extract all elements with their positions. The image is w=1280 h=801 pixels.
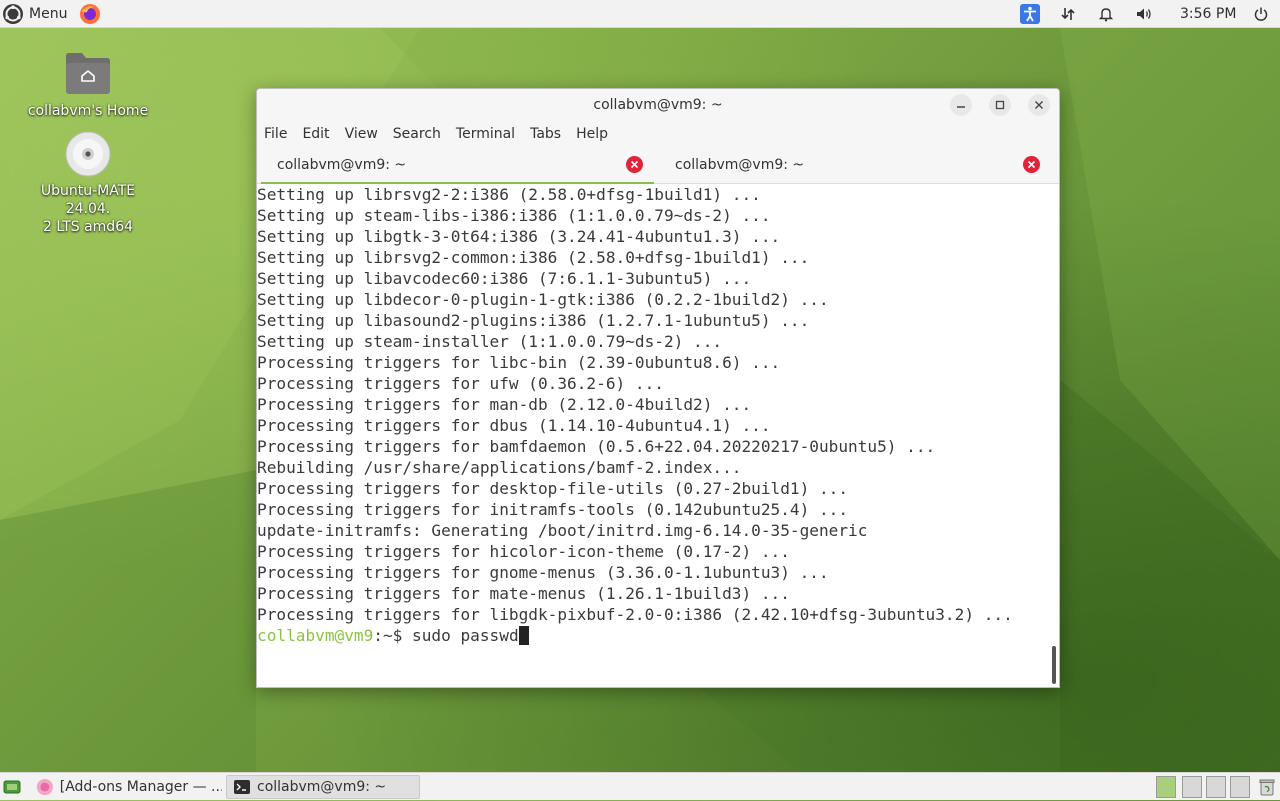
output-line: Rebuilding /usr/share/applications/bamf-… (257, 458, 742, 477)
optical-disc-icon (65, 131, 111, 177)
prompt-path: :~$ (373, 626, 413, 645)
tab-1-label: collabvm@vm9: ~ (277, 157, 407, 173)
minimize-icon (957, 106, 965, 108)
network-icon[interactable] (1057, 0, 1079, 28)
mate-logo-icon (3, 3, 23, 24)
home-folder-label: collabvm's Home (27, 103, 149, 119)
terminal-menubar: File Edit View Search Terminal Tabs Help (257, 122, 1059, 146)
taskbar-item-firefox[interactable]: [Add-ons Manager — ... (28, 775, 222, 799)
firefox-launcher[interactable] (79, 3, 101, 25)
menu-tabs[interactable]: Tabs (530, 126, 561, 142)
output-line: Setting up steam-installer (1:1.0.0.79~d… (257, 332, 723, 351)
dvd-label-line1: Ubuntu-MATE 24.04. (40, 183, 136, 217)
tab-2-close-button[interactable] (1023, 156, 1040, 173)
terminal-tab-1[interactable]: collabvm@vm9: ~ (257, 146, 655, 185)
window-titlebar[interactable]: collabvm@vm9: ~ (257, 89, 1059, 122)
close-icon (1035, 101, 1043, 109)
accessibility-icon[interactable] (1019, 0, 1041, 28)
close-icon (630, 160, 639, 169)
output-line: Setting up libdecor-0-plugin-1-gtk:i386 … (257, 290, 829, 309)
typed-command: sudo passwd (412, 626, 519, 645)
output-line: Processing triggers for ufw (0.36.2-6) .… (257, 374, 664, 393)
output-line: Processing triggers for libc-bin (2.39-0… (257, 353, 781, 372)
workspace-4[interactable] (1230, 776, 1250, 798)
output-line: Setting up libgtk-3-0t64:i386 (3.24.41-4… (257, 227, 781, 246)
bottom-panel: [Add-ons Manager — ... collabvm@vm9: ~ (0, 772, 1280, 800)
output-line: Setting up libasound2-plugins:i386 (1.2.… (257, 311, 810, 330)
close-button[interactable] (1028, 94, 1050, 116)
window-title: collabvm@vm9: ~ (593, 97, 723, 113)
top-panel: Menu 3:56 PM (0, 0, 1280, 28)
terminal-tab-2[interactable]: collabvm@vm9: ~ (655, 146, 1053, 184)
minimize-button[interactable] (950, 94, 972, 116)
volume-icon[interactable] (1133, 0, 1155, 28)
menu-help[interactable]: Help (576, 126, 608, 142)
firefox-icon (80, 3, 101, 24)
workspace-2[interactable] (1182, 776, 1202, 798)
taskbar-item-label: collabvm@vm9: ~ (257, 779, 387, 795)
terminal-output: Setting up librsvg2-2:i386 (2.58.0+dfsg-… (257, 184, 1013, 646)
output-line: Setting up libavcodec60:i386 (7:6.1.1-3u… (257, 269, 752, 288)
output-line: Processing triggers for libgdk-pixbuf-2.… (257, 605, 1013, 624)
scrollbar-thumb[interactable] (1052, 646, 1056, 684)
prompt-line: collabvm@vm9:~$ sudo passwd (257, 626, 529, 645)
output-line: Processing triggers for hicolor-icon-the… (257, 542, 790, 561)
trash-icon[interactable] (1256, 773, 1278, 801)
desktop-icon-home[interactable]: collabvm's Home (18, 50, 158, 120)
power-icon[interactable] (1250, 0, 1272, 28)
show-desktop-icon (3, 780, 21, 793)
terminal-icon (234, 780, 250, 794)
menu-label: Menu (29, 5, 68, 22)
show-desktop-button[interactable] (0, 773, 24, 801)
close-icon (1027, 160, 1036, 169)
notification-icon[interactable] (1095, 0, 1117, 28)
desktop-icon-dvd[interactable]: Ubuntu-MATE 24.04. 2 LTS amd64 (18, 130, 158, 236)
output-line: Processing triggers for desktop-file-uti… (257, 479, 849, 498)
menu-view[interactable]: View (345, 126, 378, 142)
terminal-window: collabvm@vm9: ~ File Edit View Search Te… (256, 88, 1060, 688)
taskbar-item-terminal[interactable]: collabvm@vm9: ~ (226, 775, 420, 799)
text-cursor (518, 626, 529, 645)
menu-file[interactable]: File (264, 126, 287, 142)
output-line: Setting up steam-libs-i386:i386 (1:1.0.0… (257, 206, 771, 225)
tab-1-close-button[interactable] (626, 156, 643, 173)
output-line: Processing triggers for dbus (1.14.10-4u… (257, 416, 771, 435)
taskbar-item-label: [Add-ons Manager — ... (59, 779, 222, 795)
output-line: update-initramfs: Generating /boot/initr… (257, 521, 868, 540)
workspace-3[interactable] (1206, 776, 1226, 798)
tab-2-label: collabvm@vm9: ~ (675, 157, 805, 173)
terminal-tabbar: collabvm@vm9: ~ collabvm@vm9: ~ (257, 146, 1059, 185)
dvd-label-line2: 2 LTS amd64 (42, 219, 134, 235)
menu-search[interactable]: Search (393, 126, 441, 142)
maximize-icon (995, 100, 1005, 110)
clock[interactable]: 3:56 PM (1180, 0, 1236, 28)
main-menu-button[interactable]: Menu (0, 0, 71, 28)
menu-terminal[interactable]: Terminal (456, 126, 515, 142)
home-folder-icon (66, 53, 110, 94)
output-line: Processing triggers for mate-menus (1.26… (257, 584, 790, 603)
maximize-button[interactable] (989, 94, 1011, 116)
output-line: Setting up librsvg2-common:i386 (2.58.0+… (257, 248, 810, 267)
output-line: Setting up librsvg2-2:i386 (2.58.0+dfsg-… (257, 185, 761, 204)
menu-edit[interactable]: Edit (302, 126, 329, 142)
prompt-user-host: collabvm@vm9 (257, 626, 374, 645)
output-line: Processing triggers for bamfdaemon (0.5.… (257, 437, 936, 456)
output-line: Processing triggers for initramfs-tools … (257, 500, 849, 519)
firefox-icon (36, 778, 53, 796)
terminal-output-area[interactable]: Setting up librsvg2-2:i386 (2.58.0+dfsg-… (257, 184, 1059, 687)
output-line: Processing triggers for gnome-menus (3.3… (257, 563, 829, 582)
output-line: Processing triggers for man-db (2.12.0-4… (257, 395, 752, 414)
workspace-1[interactable] (1156, 776, 1176, 798)
